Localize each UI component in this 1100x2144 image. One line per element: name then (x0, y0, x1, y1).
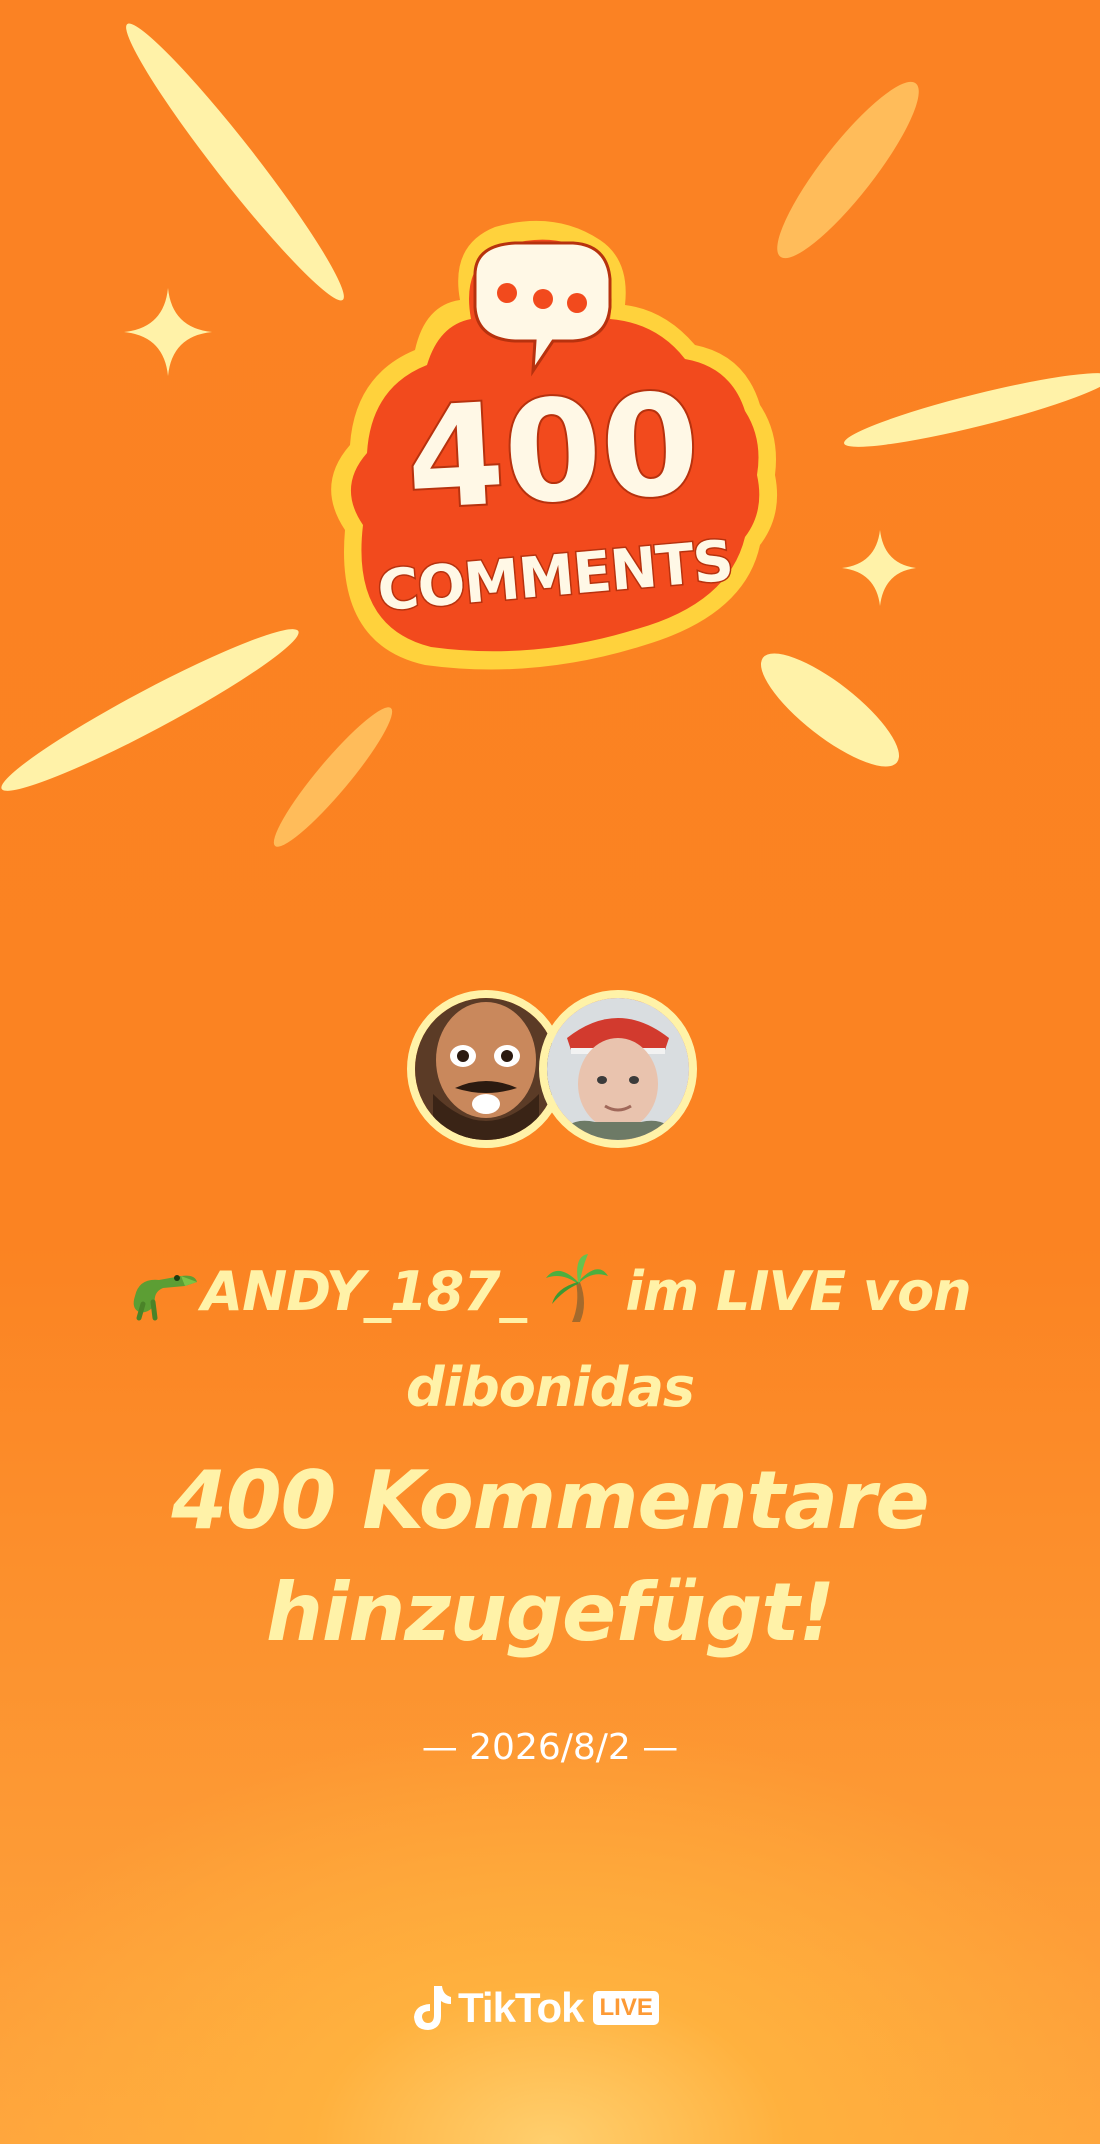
tiktok-note-icon (414, 1986, 451, 2030)
brand-name: TikTok (458, 1984, 584, 2031)
ray-right (844, 373, 1100, 447)
badge-number: 400 (403, 363, 703, 541)
palm-tree-icon (544, 1252, 608, 1346)
milestone-screen: 400 COMMENTS ANDY_187_ im LIVE von dibon… (0, 0, 1100, 2144)
milestone-headline: ANDY_187_ im LIVE von dibonidas (50, 1252, 1050, 1428)
username[interactable]: ANDY_187_ (201, 1260, 526, 1323)
headline-connector: im LIVE von (625, 1260, 971, 1323)
host-name[interactable]: dibonidas (50, 1348, 1050, 1428)
live-badge: LIVE (593, 1991, 659, 2025)
host-avatar[interactable] (539, 990, 697, 1148)
bearded-man-avatar-icon (415, 998, 557, 1140)
achievement-line-2: hinzugefügt! (265, 1566, 835, 1659)
achievement-line-1: 400 Kommentare (171, 1454, 929, 1547)
ray-lower-left (273, 707, 393, 847)
red-cap-avatar-icon (547, 998, 689, 1140)
ray-left (1, 629, 299, 791)
sparkle-left-icon (124, 288, 212, 376)
crocodile-icon (129, 1252, 201, 1346)
achievement-text: 400 Kommentare hinzugefügt! (50, 1445, 1050, 1669)
tiktok-live-logo: TikTok LIVE (412, 1980, 659, 2036)
participant-avatars (407, 990, 697, 1150)
milestone-badge: 400 COMMENTS (331, 220, 778, 670)
sparkle-right-icon (842, 530, 916, 606)
milestone-date: — 2026/8/2 — (421, 1727, 679, 1768)
